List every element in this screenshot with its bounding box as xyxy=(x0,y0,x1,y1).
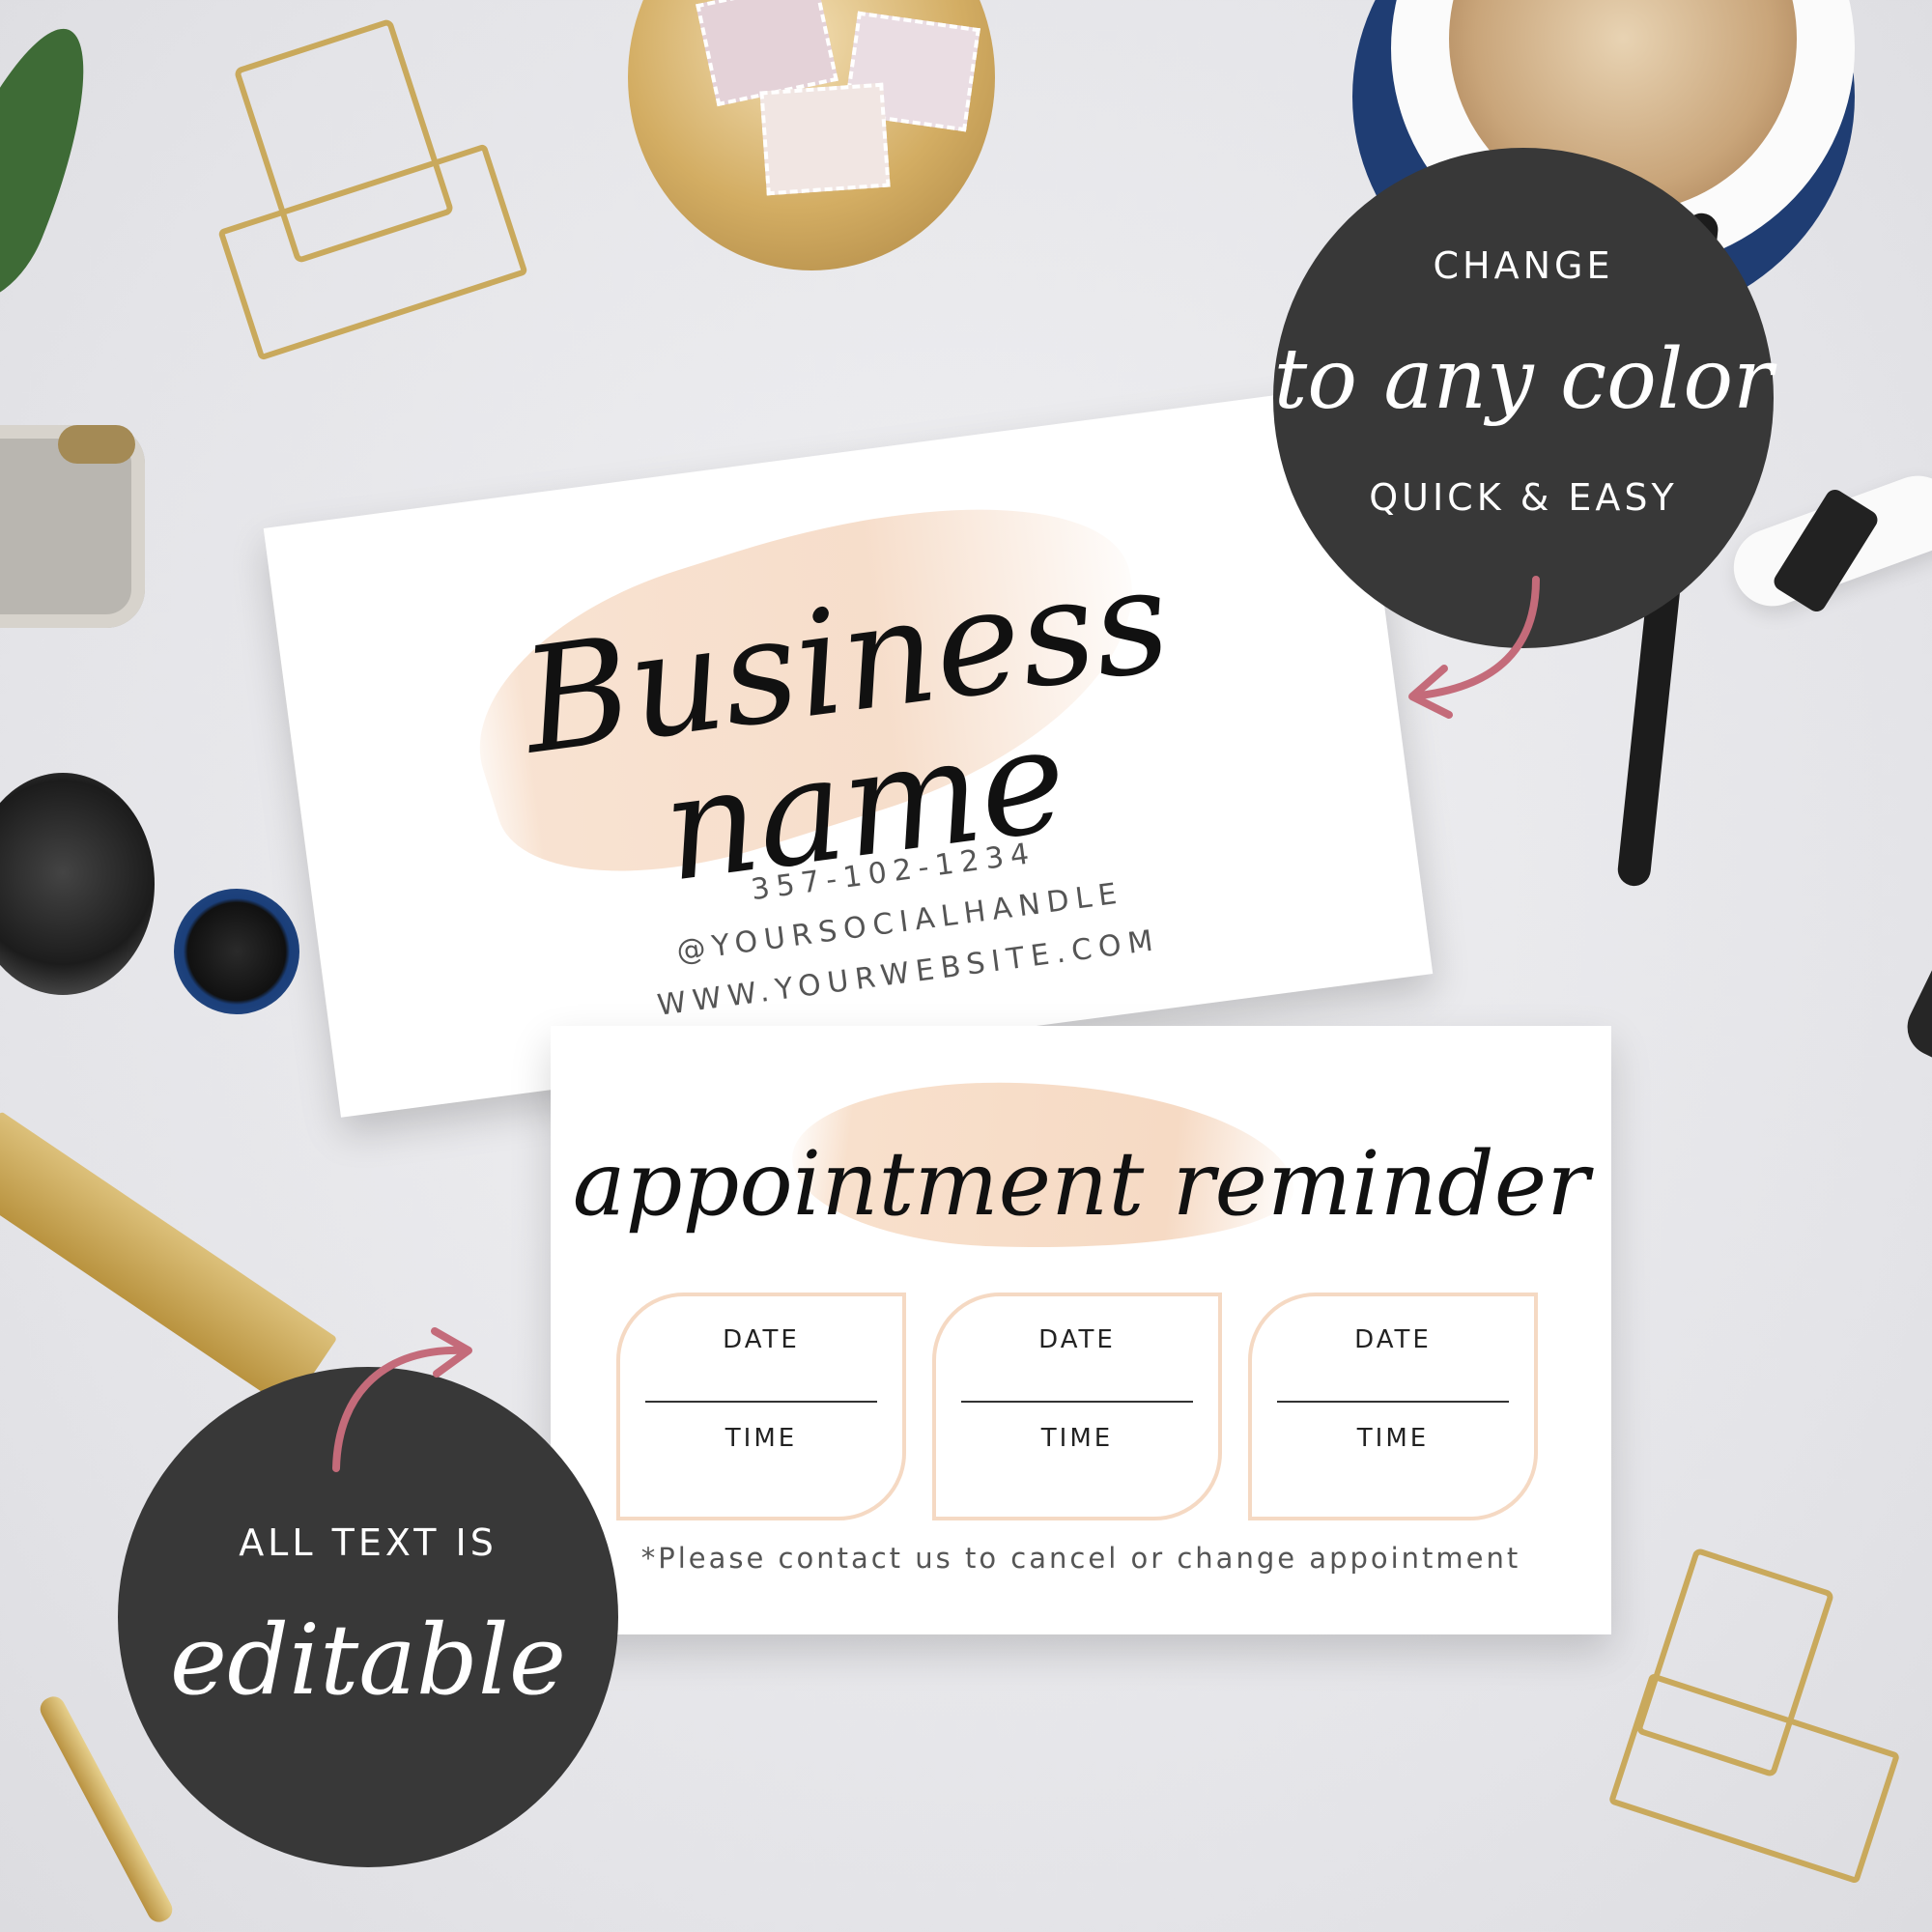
ink-cap xyxy=(174,889,299,1014)
date-label: DATE xyxy=(1354,1325,1432,1354)
time-label: TIME xyxy=(724,1424,798,1453)
plant-leaf xyxy=(0,10,119,319)
divider xyxy=(961,1401,1193,1403)
appointment-slot: DATE TIME xyxy=(616,1293,906,1520)
time-label: TIME xyxy=(1040,1424,1114,1453)
badge-top-text: ALL TEXT IS xyxy=(239,1521,497,1564)
dip-pen xyxy=(1897,901,1932,1079)
reminder-title: appointment reminder xyxy=(572,1132,1590,1236)
ink-bottle xyxy=(0,773,155,995)
badge-script-text: editable xyxy=(169,1604,567,1717)
badge-bottom-text: QUICK & EASY xyxy=(1369,476,1678,519)
divider xyxy=(1277,1401,1509,1403)
business-card: Business name 357-102-1234 @YOURSOCIALHA… xyxy=(263,384,1434,1118)
time-label: TIME xyxy=(1356,1424,1430,1453)
appointment-slot: DATE TIME xyxy=(1248,1293,1538,1520)
curved-arrow-icon xyxy=(1408,576,1540,719)
curved-arrow-icon xyxy=(332,1327,472,1472)
date-label: DATE xyxy=(1038,1325,1116,1354)
badge-script-text: to any color xyxy=(1273,331,1774,428)
appointment-slot: DATE TIME xyxy=(932,1293,1222,1520)
cancellation-note: *Please contact us to cancel or change a… xyxy=(640,1542,1521,1575)
date-label: DATE xyxy=(723,1325,800,1354)
badge-top-text: CHANGE xyxy=(1433,244,1614,287)
divider xyxy=(645,1401,877,1403)
gold-ruler xyxy=(0,1111,338,1410)
appointment-card: appointment reminder DATE TIME DATE TIME… xyxy=(551,1026,1611,1634)
pot-rim xyxy=(58,425,135,464)
postage-stamp xyxy=(759,82,891,196)
